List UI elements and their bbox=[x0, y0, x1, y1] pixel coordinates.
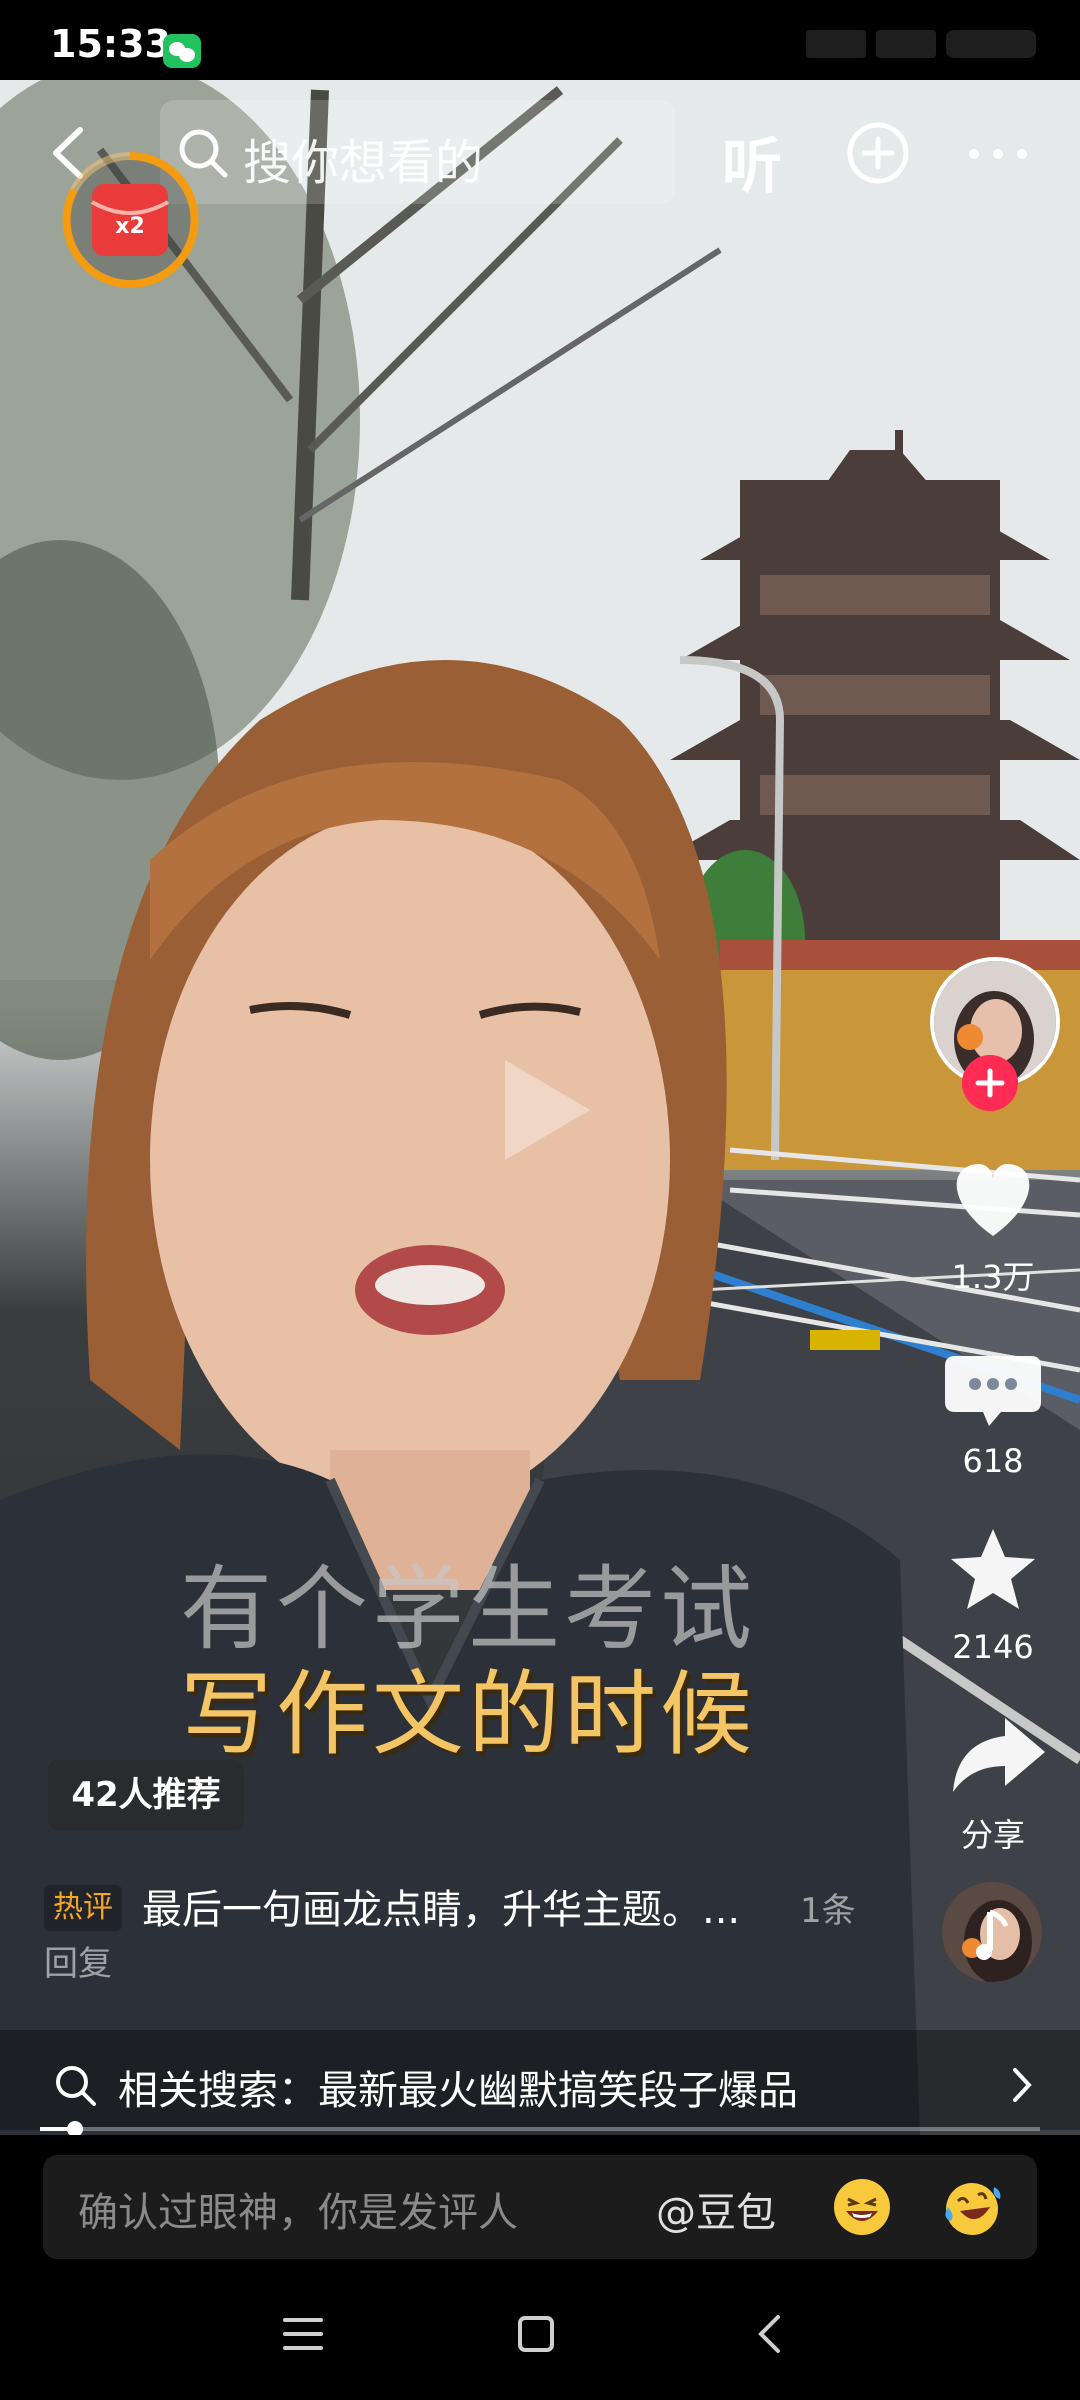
comment-placeholder[interactable]: 确认过眼神，你是发评人 bbox=[78, 2180, 518, 2238]
heart-icon bbox=[956, 1164, 1030, 1236]
music-disc-button[interactable] bbox=[942, 1882, 1042, 1982]
laughing-emoji-icon[interactable] bbox=[832, 2177, 892, 2237]
comment-count: 618 bbox=[962, 1442, 1024, 1480]
hot-comment-text[interactable]: 最后一句画龙点睛，升华主题。... bbox=[142, 1877, 740, 1935]
comment-icon bbox=[945, 1356, 1041, 1426]
caption-line-2: 写作文的时候 bbox=[180, 1661, 757, 1768]
hot-comment-reply-count[interactable]: 1条 bbox=[800, 1883, 856, 1932]
more-options-icon[interactable] bbox=[968, 148, 1028, 160]
playback-progress-bar[interactable] bbox=[40, 2127, 1040, 2131]
music-note-icon bbox=[942, 1882, 1042, 1982]
redpacket-icon: x2 bbox=[62, 151, 199, 288]
mention-button[interactable]: @豆包 bbox=[656, 2180, 776, 2238]
redpacket-multiplier: x2 bbox=[115, 214, 145, 239]
like-button[interactable]: 1.3万 bbox=[923, 1160, 1063, 1296]
hot-comment-reply-label[interactable]: 回复 bbox=[44, 1936, 112, 1985]
recommend-badge[interactable]: 42人推荐 bbox=[48, 1760, 244, 1830]
status-bar: 15:33 bbox=[0, 0, 1080, 80]
share-arrow-icon bbox=[953, 1718, 1045, 1792]
hot-comment-tag: 热评 bbox=[44, 1885, 122, 1931]
search-placeholder[interactable]: 搜你想看的 bbox=[243, 123, 483, 193]
related-search-text[interactable]: 相关搜索：最新最火幽默搞笑段子爆品 bbox=[118, 2058, 798, 2116]
system-status-icons bbox=[806, 30, 1036, 58]
share-label: 分享 bbox=[960, 1816, 1025, 1854]
add-circle-icon[interactable] bbox=[845, 120, 911, 186]
chevron-right-icon[interactable] bbox=[1010, 2066, 1034, 2104]
search-icon bbox=[56, 2066, 96, 2106]
back-nav-icon[interactable] bbox=[756, 2314, 782, 2354]
follow-plus-icon[interactable] bbox=[962, 1055, 1018, 1111]
comment-button[interactable]: 618 bbox=[923, 1350, 1063, 1480]
wechat-notification-icon bbox=[163, 34, 201, 68]
status-time: 15:33 bbox=[50, 22, 171, 66]
favorite-button[interactable]: 2146 bbox=[923, 1525, 1063, 1666]
reward-redpacket-button[interactable]: x2 bbox=[60, 150, 200, 290]
menu-icon[interactable] bbox=[283, 2316, 323, 2352]
tears-of-joy-emoji-icon[interactable] bbox=[940, 2177, 1004, 2237]
listen-button[interactable]: 听 bbox=[722, 118, 782, 205]
like-count: 1.3万 bbox=[951, 1258, 1035, 1296]
favorite-count: 2146 bbox=[952, 1628, 1034, 1666]
share-button[interactable]: 分享 bbox=[923, 1712, 1063, 1854]
star-icon bbox=[951, 1529, 1035, 1609]
home-square-icon[interactable] bbox=[517, 2315, 555, 2353]
